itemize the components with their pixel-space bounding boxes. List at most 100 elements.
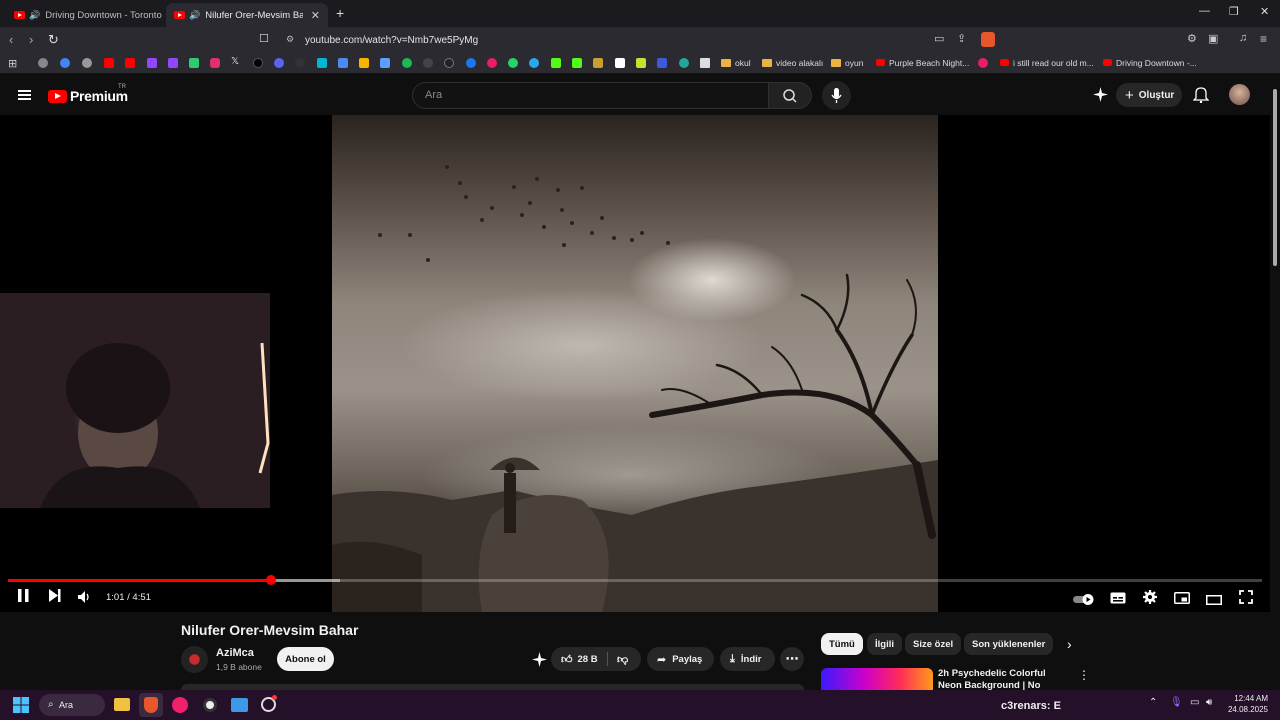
- subtitles-button[interactable]: [1110, 591, 1126, 609]
- theater-mode-button[interactable]: [1206, 592, 1222, 610]
- settings-button[interactable]: [1143, 590, 1157, 609]
- extensions-icon[interactable]: ⚙: [1187, 32, 1197, 45]
- discord-icon[interactable]: [274, 58, 284, 68]
- youtube-premium-logo[interactable]: Premium TR: [48, 84, 128, 104]
- app-icon[interactable]: [423, 58, 433, 68]
- capcut-icon[interactable]: [295, 58, 305, 68]
- subscribe-button[interactable]: Abone ol: [277, 647, 334, 671]
- app-icon[interactable]: [700, 58, 710, 68]
- windows-start-icon[interactable]: [13, 697, 29, 718]
- app-icon[interactable]: [466, 58, 476, 68]
- close-window-icon[interactable]: ✕: [1260, 5, 1269, 18]
- download-button[interactable]: ⤓ İndir: [720, 647, 775, 671]
- chips-next-icon[interactable]: ›: [1067, 636, 1072, 652]
- kick-icon[interactable]: [551, 58, 561, 68]
- more-actions-button[interactable]: ⋯: [780, 647, 804, 671]
- account-avatar[interactable]: [1229, 84, 1250, 105]
- bookmark-purple-beach[interactable]: Purple Beach Night...: [876, 58, 969, 68]
- kick-icon[interactable]: [572, 58, 582, 68]
- twitch-icon[interactable]: [147, 58, 157, 68]
- app-icon[interactable]: [189, 58, 199, 68]
- youtube-icon[interactable]: [104, 58, 114, 68]
- chatgpt-icon[interactable]: [82, 58, 92, 68]
- media-icon[interactable]: ♫: [1239, 32, 1247, 44]
- scrollbar-thumb[interactable]: [1273, 89, 1277, 266]
- new-tab-icon[interactable]: +: [336, 5, 344, 21]
- chip-all[interactable]: Tümü: [821, 633, 863, 655]
- channel-avatar[interactable]: [181, 646, 208, 673]
- ask-gemini-icon[interactable]: [532, 652, 547, 672]
- app-icon[interactable]: [679, 58, 689, 68]
- share-page-icon[interactable]: ⇪: [957, 32, 966, 45]
- search-button[interactable]: [769, 82, 812, 109]
- site-info-icon[interactable]: ⚙: [286, 34, 294, 45]
- voice-search-button[interactable]: [822, 81, 851, 110]
- cast-icon[interactable]: ▭: [934, 32, 944, 45]
- bookmark-icon[interactable]: ☐: [259, 32, 269, 45]
- like-icon[interactable]: 👍︎: [561, 653, 573, 666]
- recommendation-title[interactable]: 2h Psychedelic Colorful Neon Background …: [938, 668, 1068, 690]
- app-icon[interactable]: [615, 58, 625, 68]
- history-icon[interactable]: [38, 58, 48, 68]
- sidebar-icon[interactable]: ▣: [1208, 32, 1218, 45]
- pause-button[interactable]: [17, 589, 31, 608]
- app-icon[interactable]: [593, 58, 603, 68]
- next-button[interactable]: [48, 589, 62, 608]
- recommendation-thumbnail[interactable]: [821, 668, 933, 690]
- x-twitter-icon[interactable]: 𝕏: [231, 56, 239, 67]
- url-field[interactable]: ⚙ youtube.com/watch?v=Nmb7we5PyMg: [280, 30, 1000, 50]
- clock[interactable]: 12:44 AM 24.08.2025: [1226, 693, 1268, 715]
- fullscreen-button[interactable]: [1239, 590, 1253, 609]
- close-tab-icon[interactable]: ✕: [311, 9, 320, 22]
- twitch-icon[interactable]: [168, 58, 178, 68]
- back-icon[interactable]: ‹: [9, 32, 13, 47]
- minimize-icon[interactable]: —: [1199, 5, 1210, 17]
- tab-driving-downtown[interactable]: 🔊 Driving Downtown - Toronto Lux: [6, 3, 162, 27]
- drive-icon[interactable]: [359, 58, 369, 68]
- apps-grid-icon[interactable]: ⊞: [8, 57, 17, 70]
- scrubber-handle[interactable]: [266, 575, 277, 585]
- mic-tray-icon[interactable]: 🎙︎: [1170, 697, 1183, 708]
- network-icon[interactable]: ▭: [1190, 697, 1199, 708]
- app-icon[interactable]: [978, 58, 988, 68]
- video-player[interactable]: 1:01 / 4:51: [0, 115, 1270, 612]
- gemini-sparkle-icon[interactable]: [1093, 87, 1108, 102]
- restore-icon[interactable]: ❐: [1229, 5, 1239, 18]
- app-icon[interactable]: [657, 58, 667, 68]
- search-input[interactable]: Ara: [412, 82, 769, 109]
- obs-icon[interactable]: [203, 698, 217, 712]
- app-icon[interactable]: [380, 58, 390, 68]
- like-count[interactable]: 28 B: [578, 654, 598, 665]
- github-icon[interactable]: [444, 58, 454, 68]
- bookmark-folder-okul[interactable]: okul: [721, 58, 751, 68]
- telegram-icon[interactable]: [529, 58, 539, 68]
- reload-icon[interactable]: ↻: [48, 32, 59, 48]
- bookmark-still-read[interactable]: i still read our old m...: [1000, 58, 1094, 68]
- progress-bar[interactable]: [8, 575, 1262, 585]
- brave-taskbar-button[interactable]: [139, 693, 163, 717]
- file-explorer-icon[interactable]: [114, 698, 130, 711]
- app-icon[interactable]: [487, 58, 497, 68]
- youtube-icon[interactable]: [125, 58, 135, 68]
- miniplayer-button[interactable]: [1174, 591, 1190, 609]
- show-hidden-icons[interactable]: ⌃: [1149, 697, 1157, 708]
- chip-related[interactable]: İlgili: [867, 633, 902, 655]
- chip-for-you[interactable]: Size özel: [905, 633, 962, 655]
- recommendation-menu-icon[interactable]: ⋮: [1078, 668, 1090, 682]
- instagram-icon[interactable]: [210, 58, 220, 68]
- bookmark-folder-oyun[interactable]: oyun: [831, 58, 863, 68]
- channel-name[interactable]: AziMca: [216, 647, 254, 659]
- forward-icon[interactable]: ›: [29, 32, 33, 47]
- app-icon[interactable]: [636, 58, 646, 68]
- google-icon[interactable]: [60, 58, 70, 68]
- tiktok-icon[interactable]: [253, 58, 263, 68]
- share-button[interactable]: ➦ Paylaş: [647, 647, 714, 671]
- bookmark-folder-video[interactable]: video alakalı: [762, 58, 823, 68]
- autoplay-toggle[interactable]: [1073, 592, 1095, 610]
- brave-shields-icon[interactable]: [981, 32, 995, 47]
- notifications-bell-icon[interactable]: [1192, 86, 1210, 108]
- chip-recent[interactable]: Son yüklenenler: [964, 633, 1054, 655]
- whatsapp-icon[interactable]: [508, 58, 518, 68]
- volume-button[interactable]: [78, 590, 92, 608]
- tab-nilufer-orer[interactable]: 🔊 Nilufer Orer-Mevsim Bahar - Y ✕: [166, 3, 328, 27]
